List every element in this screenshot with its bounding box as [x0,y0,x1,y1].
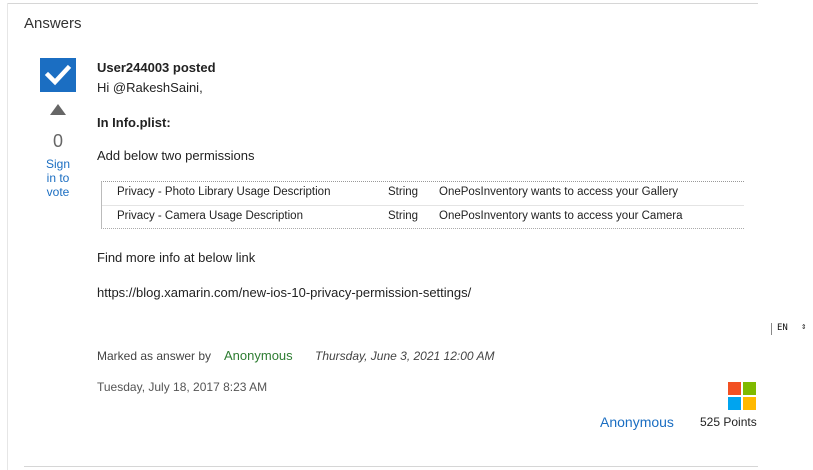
author-name-link[interactable]: Anonymous [600,414,674,430]
plist-value: OnePosInventory wants to access your Gal… [439,186,679,198]
plist-key: Privacy - Photo Library Usage Descriptio… [117,186,331,198]
plist-heading: In Info.plist: [97,115,171,130]
blog-link[interactable]: https://blog.xamarin.com/new-ios-10-priv… [97,285,471,300]
left-divider [7,3,8,470]
bottom-divider [24,466,758,467]
more-info-text: Find more info at below link [97,250,256,265]
marked-as-answer-label: Marked as answer by [97,349,212,363]
post-greeting: Hi @RakeshSaini, [97,80,203,95]
answer-checkmark-icon [40,58,76,92]
microsoft-logo-icon [728,382,756,410]
plist-type: String [388,186,419,198]
plist-row: Privacy - Photo Library Usage Descriptio… [102,182,744,205]
post-date: Tuesday, July 18, 2017 8:23 AM [97,380,268,394]
plist-type: String [388,210,419,222]
sign-in-to-vote-link[interactable]: Sign in to vote [40,157,76,199]
vote-up-icon[interactable] [50,104,66,115]
vote-count: 0 [52,131,63,151]
plist-value: OnePosInventory wants to access your Cam… [439,210,683,222]
author-points: 525 Points [700,415,757,429]
post-header: User244003 posted [97,60,216,75]
plist-key: Privacy - Camera Usage Description [117,210,303,222]
plist-row: Privacy - Camera Usage Description Strin… [102,205,744,229]
marked-date: Thursday, June 3, 2021 12:00 AM [315,349,495,363]
language-value: EN [777,323,788,333]
language-select[interactable]: EN ⇕ [771,321,813,337]
plist-screenshot-table: Privacy - Photo Library Usage Descriptio… [101,181,744,229]
add-permissions-text: Add below two permissions [97,148,255,163]
language-select-divider [771,323,772,335]
section-title: Answers [24,15,82,32]
marked-by-user[interactable]: Anonymous [224,348,293,363]
updown-arrow-icon: ⇕ [801,322,807,332]
top-divider [7,3,758,4]
